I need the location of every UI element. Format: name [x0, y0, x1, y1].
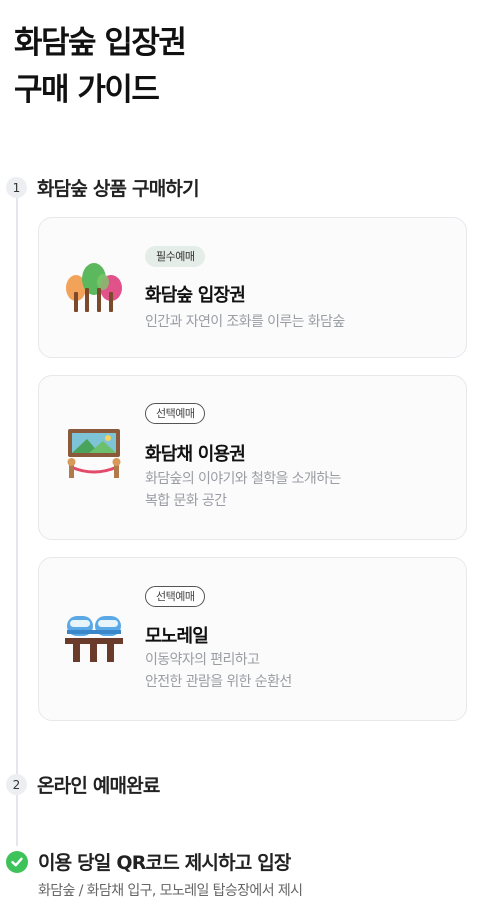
check-circle-icon [6, 850, 28, 873]
gallery-painting-icon [67, 429, 121, 478]
product-card-admission[interactable]: 필수예매 화담숲 입장권 인간과 자연이 조화를 이루는 화담숲 [38, 217, 467, 358]
product-card-monorail[interactable]: 선택예매 모노레일 이동약자의 편리하고 안전한 관람을 위한 순환선 [38, 557, 467, 721]
step-1-number: 1 [6, 177, 27, 198]
card-description-line2: 복합 문화 공간 [145, 493, 227, 509]
page-title: 화담숲 입장권 구매 가이드 [14, 20, 187, 114]
step-3-description: 화담숲 / 화담채 입구, 모노레일 탑승장에서 제시 [38, 883, 303, 899]
card-title: 화담채 이용권 [145, 444, 246, 465]
step-3: 이용 당일 QR코드 제시하고 입장 [6, 848, 291, 875]
card-description-line1: 화담숲의 이야기와 철학을 소개하는 [145, 471, 341, 487]
optional-badge: 선택예매 [145, 403, 206, 424]
step-1: 1 화담숲 상품 구매하기 [6, 174, 200, 201]
card-description-line1: 이동약자의 편리하고 [145, 652, 260, 668]
step-2: 2 온라인 예매완료 [6, 771, 160, 798]
optional-badge: 선택예매 [145, 586, 206, 607]
page-title-line2: 구매 가이드 [14, 72, 160, 108]
timeline-line [16, 196, 18, 846]
page-title-line1: 화담숲 입장권 [14, 25, 187, 61]
card-title: 화담숲 입장권 [145, 285, 246, 306]
step-2-number: 2 [6, 774, 27, 795]
step-3-label: 이용 당일 QR코드 제시하고 입장 [38, 852, 291, 874]
card-title: 모노레일 [145, 626, 209, 647]
card-description: 인간과 자연이 조화를 이루는 화담숲 [145, 311, 345, 333]
card-description: 화담숲의 이야기와 철학을 소개하는 복합 문화 공간 [145, 468, 341, 512]
required-badge: 필수예매 [145, 246, 206, 267]
card-description: 이동약자의 편리하고 안전한 관람을 위한 순환선 [145, 649, 292, 693]
card-description-line1: 인간과 자연이 조화를 이루는 화담숲 [145, 314, 345, 330]
product-card-hwadamchae[interactable]: 선택예매 화담채 이용권 화담숲의 이야기와 철학을 소개하는 복합 문화 공간 [38, 375, 467, 540]
step-2-label: 온라인 예매완료 [37, 775, 160, 797]
step-1-label: 화담숲 상품 구매하기 [37, 178, 200, 200]
monorail-icon [65, 616, 123, 662]
trees-icon [66, 263, 122, 312]
card-description-line2: 안전한 관람을 위한 순환선 [145, 674, 292, 690]
